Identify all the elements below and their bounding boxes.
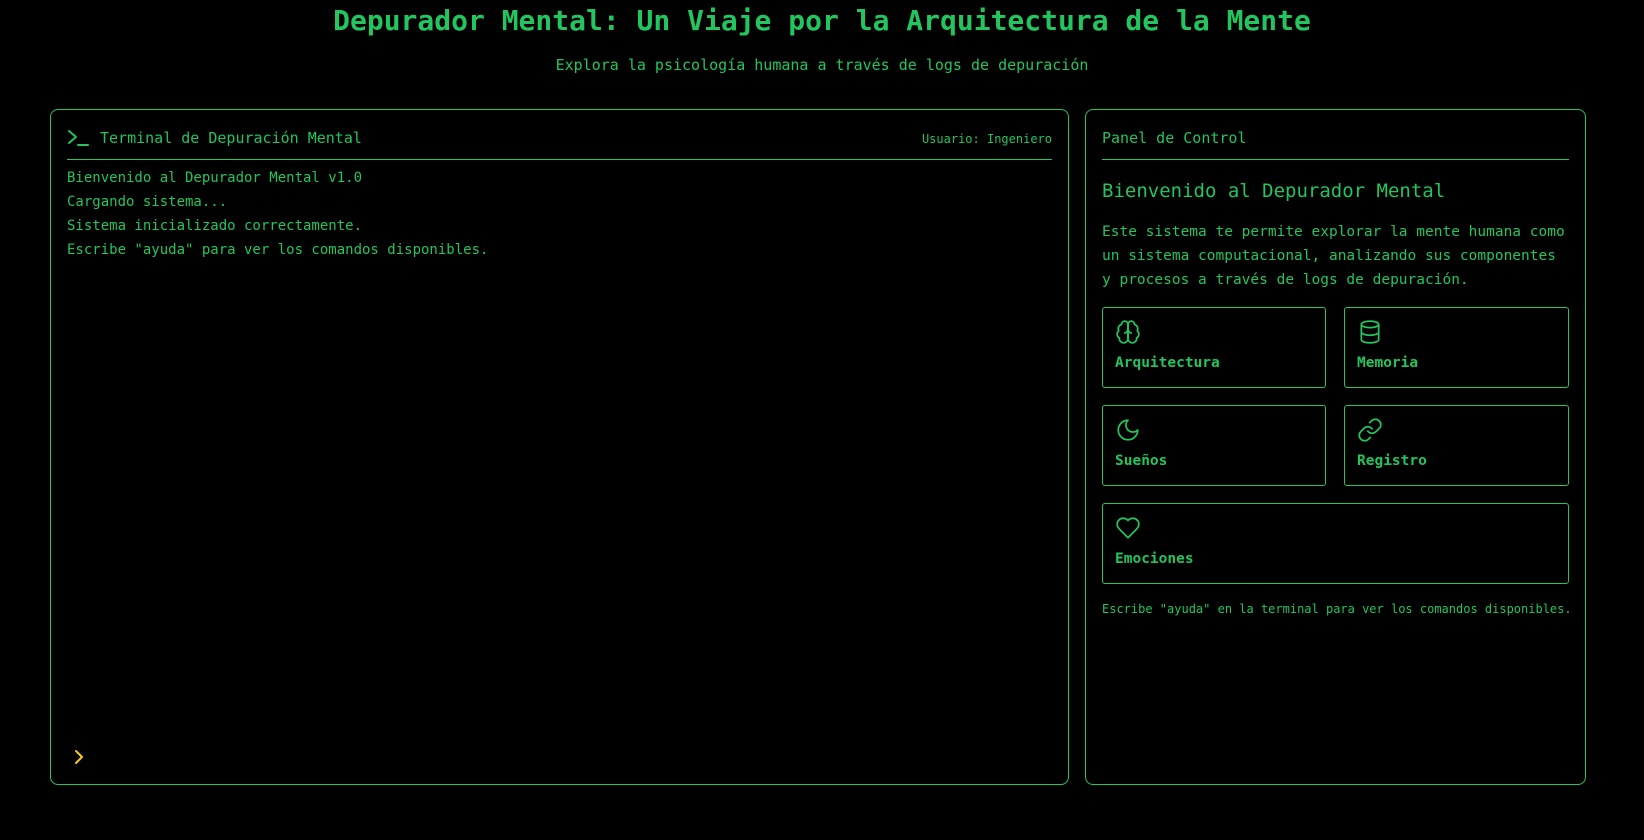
card-label: Memoria: [1357, 355, 1419, 371]
terminal-line: Cargando sistema...: [67, 194, 228, 210]
database-icon: [1357, 319, 1383, 345]
card-label: Arquitectura: [1115, 355, 1220, 371]
terminal-line: Sistema inicializado correctamente.: [67, 218, 363, 234]
page-subtitle: Explora la psicología humana a través de…: [555, 56, 1089, 74]
terminal-line: Bienvenido al Depurador Mental v1.0: [67, 170, 363, 186]
page-title: Depurador Mental: Un Viaje por la Arquit…: [333, 4, 1311, 37]
help-hint: Escribe "ayuda" en la terminal para ver …: [1102, 602, 1572, 616]
card-label: Registro: [1357, 453, 1427, 469]
terminal-user: Usuario: Ingeniero: [921, 132, 1052, 146]
card-label: Emociones: [1115, 551, 1194, 567]
terminal-icon: [67, 128, 91, 150]
terminal-line: Escribe "ayuda" para ver los comandos di…: [67, 242, 489, 258]
control-title: Panel de Control: [1102, 129, 1247, 147]
card-memoria[interactable]: Memoria: [1344, 307, 1569, 388]
welcome-title: Bienvenido al Depurador Mental: [1102, 180, 1446, 202]
card-arquitectura[interactable]: Arquitectura: [1102, 307, 1326, 388]
card-registro[interactable]: Registro: [1344, 405, 1569, 486]
terminal-input[interactable]: [95, 745, 1045, 769]
control-header: Panel de Control: [1102, 128, 1569, 160]
link-icon: [1357, 417, 1383, 443]
control-panel: Panel de Control Bienvenido al Depurador…: [1085, 109, 1586, 785]
card-emociones[interactable]: Emociones: [1102, 503, 1569, 584]
terminal-output: Bienvenido al Depurador Mental v1.0 Carg…: [67, 166, 1052, 262]
terminal-title: Terminal de Depuración Mental: [100, 129, 362, 147]
brain-icon: [1115, 319, 1141, 345]
terminal-panel: Terminal de Depuración Mental Usuario: I…: [50, 109, 1069, 785]
heart-icon: [1115, 515, 1141, 541]
card-label: Sueños: [1115, 453, 1168, 469]
chevron-right-icon: [71, 747, 89, 767]
terminal-prompt: [71, 745, 1051, 769]
card-suenos[interactable]: Sueños: [1102, 405, 1326, 486]
moon-icon: [1115, 417, 1141, 443]
terminal-header: Terminal de Depuración Mental Usuario: I…: [67, 128, 1052, 160]
welcome-text: Este sistema te permite explorar la ment…: [1102, 224, 1565, 288]
